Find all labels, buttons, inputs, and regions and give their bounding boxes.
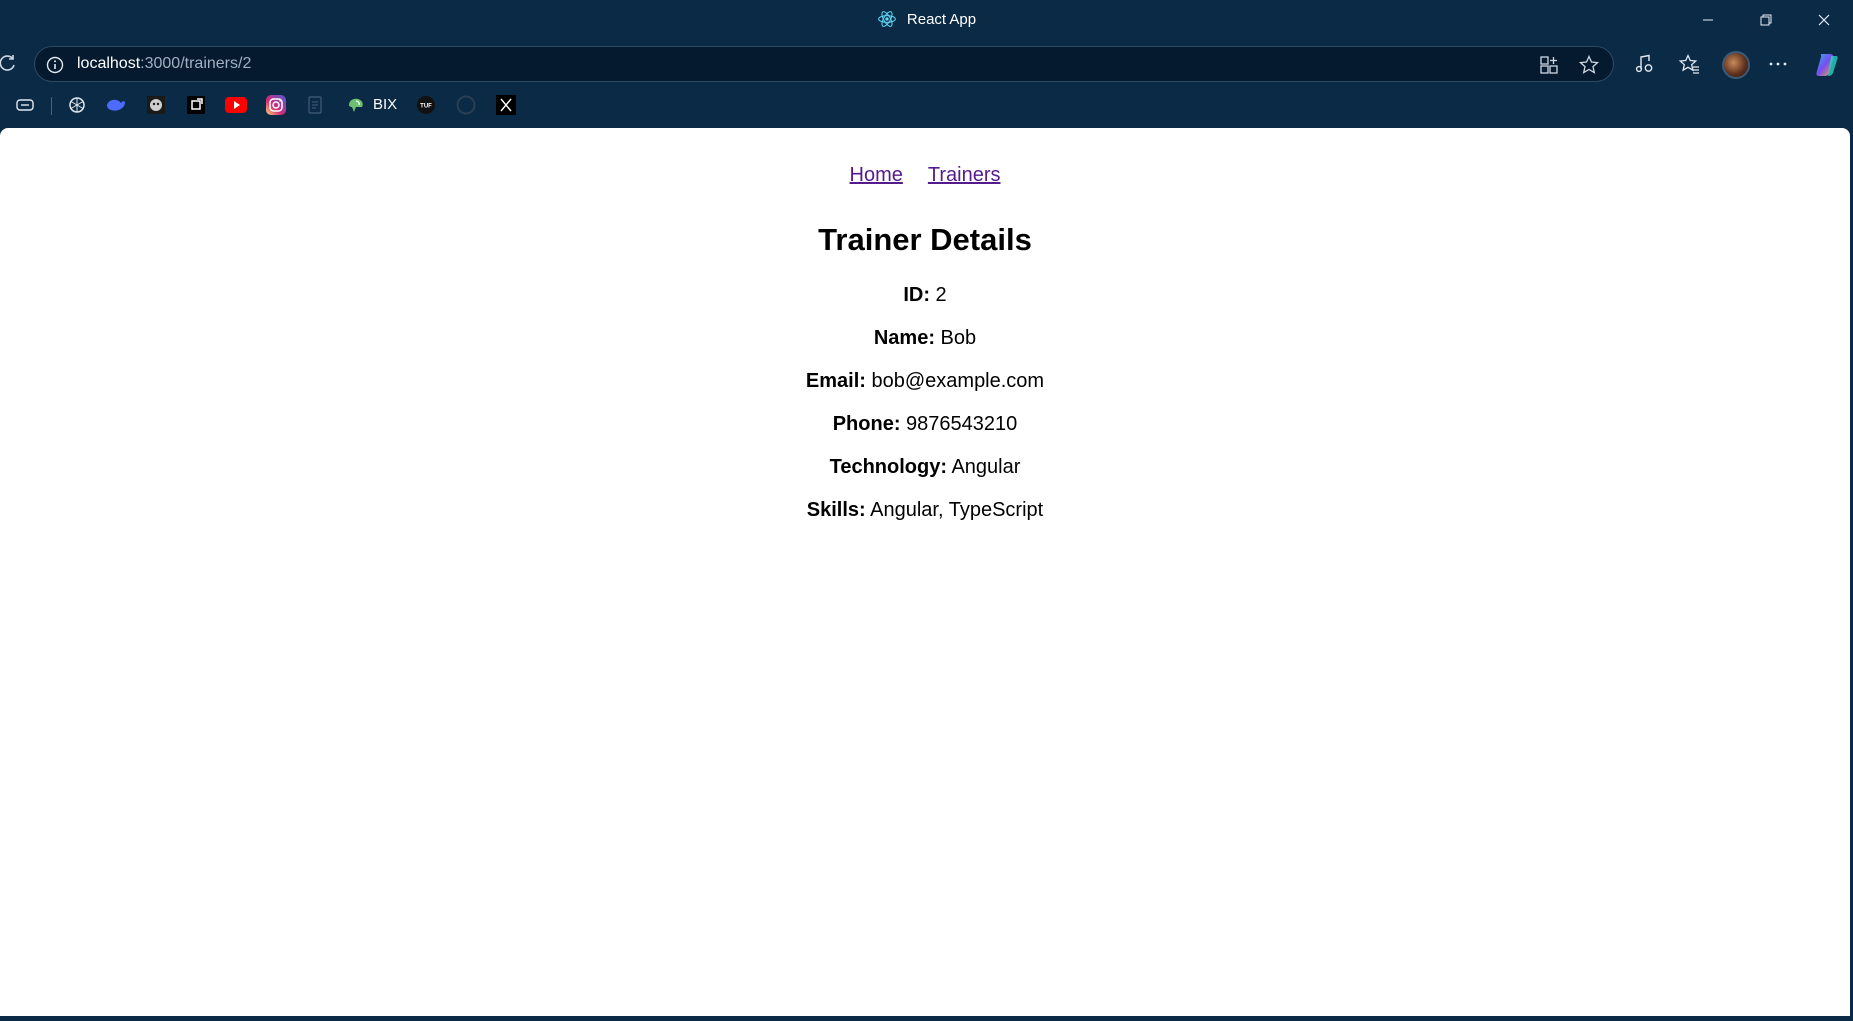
detail-technology: Technology: Angular: [0, 456, 1850, 479]
github-icon: [456, 95, 476, 115]
bookmark-chatgpt[interactable]: [66, 94, 88, 116]
bookmarks-divider: [51, 97, 52, 115]
page-title: Trainer Details: [818, 222, 1032, 257]
bookmark-x[interactable]: [495, 94, 517, 116]
bookmark-collections-icon: [16, 99, 34, 111]
detail-name: Name: Bob: [0, 327, 1850, 350]
favorites-icon[interactable]: [1678, 53, 1700, 75]
detail-email-value: bob@example.com: [871, 370, 1045, 392]
detail-skills: Skills: Angular, TypeScript: [0, 499, 1850, 522]
url-path: :3000/trainers/2: [140, 55, 252, 72]
minimize-button[interactable]: [1679, 0, 1737, 40]
more-options-icon[interactable]: [1767, 53, 1789, 75]
music-icon[interactable]: [1633, 53, 1655, 75]
copilot-icon[interactable]: [1812, 51, 1840, 79]
docs-icon: [308, 96, 322, 114]
site-info-icon[interactable]: [45, 55, 65, 75]
bookmark-docs[interactable]: [305, 94, 327, 116]
detail-id-value: 2: [935, 284, 947, 306]
window-controls: [1679, 0, 1853, 40]
bookmark-app[interactable]: [185, 94, 207, 116]
deepseek-icon: [107, 99, 125, 111]
detail-name-label: Name:: [873, 327, 935, 349]
url-text[interactable]: localhost:3000/trainers/2: [77, 55, 251, 73]
detail-id: ID: 2: [0, 284, 1850, 307]
url-host: localhost: [77, 55, 141, 72]
bookmark-tuf[interactable]: TUF: [415, 94, 437, 116]
detail-phone-label: Phone:: [832, 413, 901, 435]
bookmark-youtube[interactable]: [225, 94, 247, 116]
detail-email: Email: bob@example.com: [0, 370, 1850, 393]
detail-email-label: Email:: [805, 370, 866, 392]
window-titlebar: React App: [0, 0, 1853, 40]
restore-icon: [1760, 14, 1772, 26]
bix-logo-icon: [349, 98, 363, 112]
page-viewport: Home Trainers Trainer Details ID: 2 Name…: [0, 128, 1850, 1016]
window-title-group: React App: [0, 9, 1853, 29]
anime-icon: [147, 96, 165, 114]
detail-phone: Phone: 9876543210: [0, 413, 1850, 436]
tuf-icon: TUF: [417, 96, 435, 114]
detail-technology-label: Technology:: [829, 456, 947, 478]
close-button[interactable]: [1795, 0, 1853, 40]
bookmark-anime[interactable]: [145, 94, 167, 116]
app-available-icon[interactable]: [1538, 54, 1560, 76]
bookmark-app-icon: [187, 96, 205, 114]
bookmark-collections[interactable]: [14, 94, 36, 116]
x-icon: [496, 95, 516, 115]
bookmark-github[interactable]: [455, 94, 477, 116]
nav-link-trainers[interactable]: Trainers: [928, 164, 1001, 187]
bookmarks-bar: BIX TUF: [0, 94, 1853, 122]
detail-skills-value: Angular, TypeScript: [870, 499, 1044, 521]
youtube-icon: [225, 97, 247, 113]
detail-skills-label: Skills:: [806, 499, 866, 521]
bookmark-bix-label[interactable]: BIX: [373, 96, 397, 113]
nav-link-home[interactable]: Home: [850, 164, 903, 187]
minimize-icon: [1703, 19, 1713, 21]
bookmark-deepseek[interactable]: [105, 94, 127, 116]
profile-avatar[interactable]: [1722, 51, 1750, 79]
favorite-star-icon[interactable]: [1578, 54, 1600, 76]
detail-phone-value: 9876543210: [906, 413, 1018, 435]
bookmark-bix[interactable]: [345, 94, 367, 116]
browser-toolbar: localhost:3000/trainers/2: [0, 44, 1853, 84]
react-logo-icon: [878, 11, 896, 27]
instagram-icon: [266, 95, 286, 115]
detail-id-label: ID:: [903, 284, 930, 306]
detail-technology-value: Angular: [951, 456, 1021, 478]
svg-text:TUF: TUF: [420, 104, 432, 110]
chatgpt-icon: [69, 97, 85, 113]
close-icon: [1818, 14, 1830, 26]
top-nav: Home Trainers: [0, 164, 1850, 187]
restore-button[interactable]: [1737, 0, 1795, 40]
detail-name-value: Bob: [940, 327, 977, 349]
bookmark-instagram[interactable]: [265, 94, 287, 116]
window-title: React App: [906, 10, 977, 28]
address-bar[interactable]: localhost:3000/trainers/2: [34, 46, 1614, 82]
reload-icon[interactable]: [0, 53, 18, 73]
